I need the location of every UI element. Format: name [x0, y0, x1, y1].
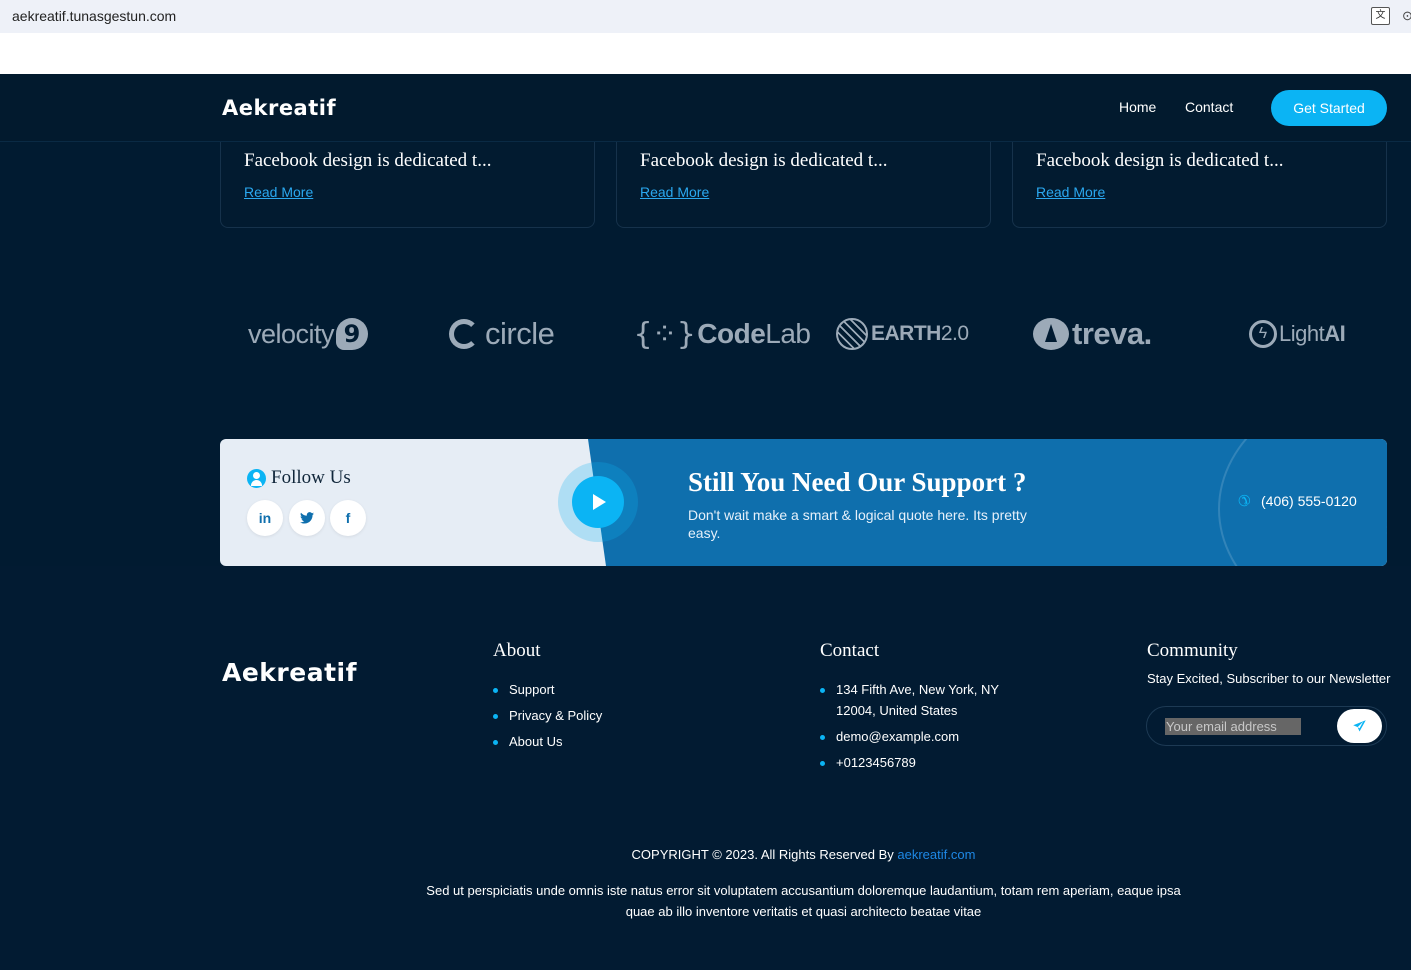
footer-logo[interactable]: Aekreatif: [222, 658, 357, 687]
footer-link-about-us[interactable]: About Us: [493, 731, 602, 752]
url-text[interactable]: aekreatif.tunasgestun.com: [12, 8, 176, 24]
footer-link-privacy[interactable]: Privacy & Policy: [493, 705, 602, 726]
read-more-link[interactable]: Read More: [640, 184, 709, 200]
site-logo[interactable]: Aekreatif: [222, 96, 336, 120]
blog-card: Facebook design is dedicated t... Read M…: [616, 142, 991, 228]
brand-logo-circle: circle: [449, 312, 555, 356]
footer-about-title: About: [493, 640, 541, 661]
read-more-link[interactable]: Read More: [1036, 184, 1105, 200]
circle-wordmark: circle: [485, 316, 555, 351]
newsletter-send-button[interactable]: [1337, 709, 1382, 743]
twitter-icon[interactable]: [289, 500, 325, 536]
support-phone-link[interactable]: (406) 555-0120: [1261, 493, 1357, 509]
play-video-button[interactable]: [572, 476, 624, 528]
decorative-dots: [1378, 494, 1387, 564]
brand-logo-earth: EARTH 2.0: [836, 312, 969, 356]
velocity-badge-icon: 9: [336, 318, 369, 350]
circle-logo-icon: [449, 319, 479, 349]
contact-address: 134 Fifth Ave, New York, NY 12004, Unite…: [820, 679, 1020, 721]
brand-logo-lightai: ϟ Light AI: [1249, 312, 1346, 356]
lightai-wordmark-light: Light: [1279, 321, 1325, 346]
brand-logo-codelab: {⁘} Code Lab: [634, 312, 811, 356]
footer-link-support[interactable]: Support: [493, 679, 602, 700]
phone-icon: ✆: [1238, 493, 1251, 510]
copyright-text: COPYRIGHT © 2023. All Rights Reserved By: [631, 847, 894, 862]
site-footer: Aekreatif About Support Privacy & Policy…: [0, 566, 1411, 970]
blog-card: Facebook design is dedicated t... Read M…: [1012, 142, 1387, 228]
site-header: Aekreatif Home Contact Get Started: [0, 74, 1411, 142]
support-heading: Still You Need Our Support ?: [688, 467, 1027, 497]
linkedin-icon[interactable]: in: [247, 500, 283, 536]
treva-rocket-icon: [1033, 318, 1069, 350]
earth-wordmark-bold: EARTH: [871, 322, 941, 345]
codelab-wordmark-bold: Code: [697, 318, 766, 349]
lightai-wordmark-bold: AI: [1324, 321, 1346, 346]
earth-globe-icon: [836, 318, 868, 350]
blog-card: Facebook design is dedicated t... Read M…: [220, 142, 595, 228]
footer-contact-list: 134 Fifth Ave, New York, NY 12004, Unite…: [820, 679, 1020, 778]
treva-wordmark: treva.: [1072, 316, 1152, 351]
codelab-braces-icon: {⁘}: [634, 316, 696, 352]
blank-strip: [0, 33, 1411, 74]
send-icon: [1353, 720, 1366, 732]
footer-description: Sed ut perspiciatis unde omnis iste natu…: [426, 883, 1181, 919]
newsletter-form: [1146, 706, 1387, 746]
contact-email[interactable]: demo@example.com: [820, 726, 1020, 747]
footer-about-list: Support Privacy & Policy About Us: [493, 679, 602, 757]
follow-us-heading: Follow Us: [247, 467, 351, 489]
browser-menu-icon[interactable]: ⊙: [1402, 8, 1411, 23]
footer-contact-title: Contact: [820, 640, 880, 661]
read-more-link[interactable]: Read More: [244, 184, 313, 200]
support-description: Don't wait make a smart & logical quote …: [688, 507, 1027, 541]
footer-community-title: Community: [1147, 640, 1238, 661]
lightai-bolt-icon: ϟ: [1249, 320, 1277, 348]
copyright-link[interactable]: aekreatif.com: [897, 847, 975, 862]
nav-contact-link[interactable]: Contact: [1185, 99, 1233, 115]
newsletter-email-input[interactable]: [1165, 718, 1301, 735]
user-circle-icon: [247, 468, 266, 488]
codelab-wordmark-light: Lab: [765, 318, 811, 349]
support-banner: Follow Us in f Still You Need Our Suppor…: [220, 439, 1387, 566]
velocity-wordmark: velocity: [248, 318, 335, 349]
earth-wordmark-light: 2.0: [940, 322, 969, 345]
get-started-button[interactable]: Get Started: [1271, 90, 1387, 126]
brand-logo-treva: treva.: [1033, 312, 1152, 356]
translate-icon[interactable]: 文: [1371, 7, 1390, 25]
newsletter-caption: Stay Excited, Subscriber to our Newslett…: [1147, 671, 1391, 686]
copyright-line: COPYRIGHT © 2023. All Rights Reserved By…: [0, 847, 1411, 862]
follow-us-label: Follow Us: [271, 467, 351, 488]
brand-logo-velocity: velocity 9: [248, 312, 369, 356]
card-title: Facebook design is dedicated t...: [640, 150, 888, 171]
browser-url-bar[interactable]: aekreatif.tunasgestun.com 文 ⊙: [0, 0, 1411, 33]
card-title: Facebook design is dedicated t...: [1036, 150, 1284, 171]
contact-phone[interactable]: +0123456789: [820, 752, 1020, 773]
facebook-icon[interactable]: f: [330, 500, 366, 536]
card-title: Facebook design is dedicated t...: [244, 150, 492, 171]
nav-home-link[interactable]: Home: [1119, 99, 1156, 115]
